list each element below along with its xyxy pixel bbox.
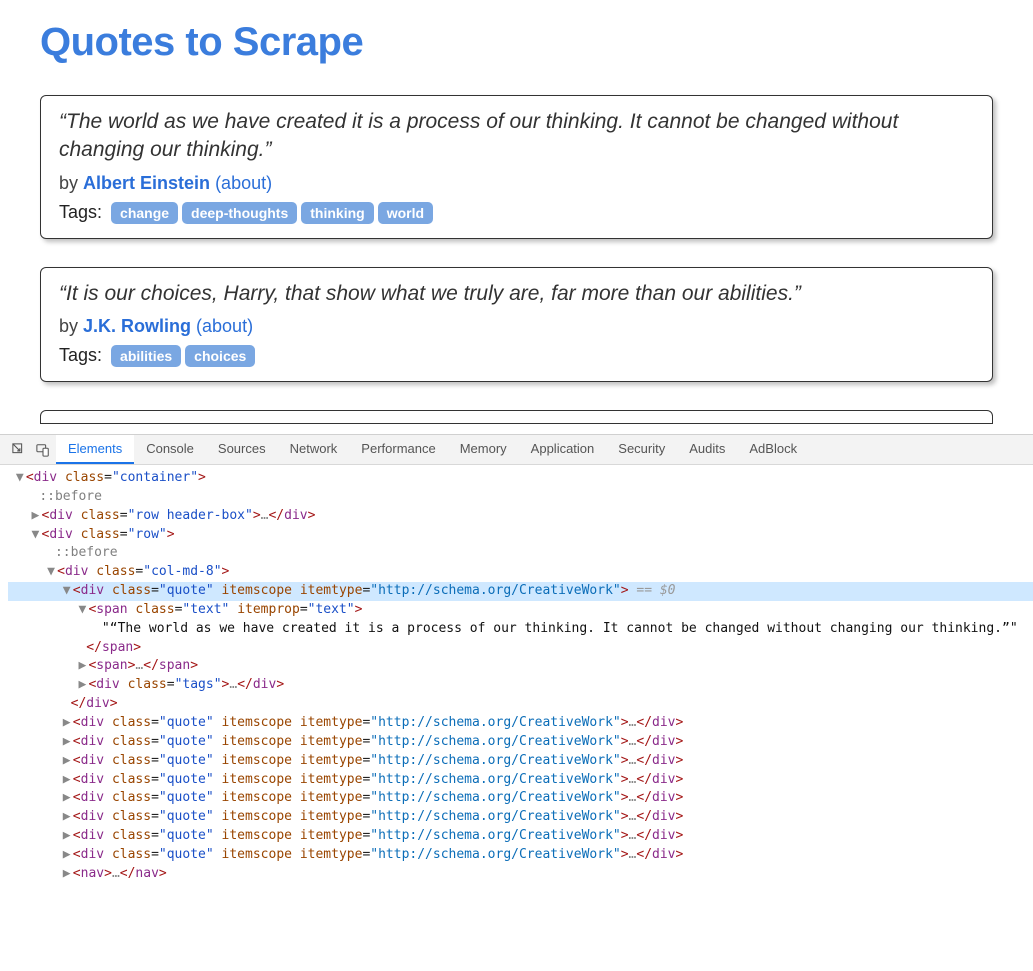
tag-link[interactable]: deep-thoughts [182, 202, 297, 224]
devtools-tab-adblock[interactable]: AdBlock [737, 435, 809, 464]
by-label: by [59, 316, 83, 336]
devtools-tab-console[interactable]: Console [134, 435, 206, 464]
quote-text: “It is our choices, Harry, that show wha… [59, 280, 974, 308]
page-content: Quotes to Scrape “The world as we have c… [0, 0, 1033, 434]
author-link[interactable]: J.K. Rowling [83, 316, 191, 336]
devtools-panel: ElementsConsoleSourcesNetworkPerformance… [0, 434, 1033, 892]
quote-box-partial [40, 410, 993, 424]
tags-label: Tags: [59, 345, 107, 365]
quote-box: “It is our choices, Harry, that show wha… [40, 267, 993, 382]
devtools-elements-tree[interactable]: ▼<div class="container"> ::before ▶<div … [0, 465, 1033, 892]
tag-link[interactable]: thinking [301, 202, 373, 224]
by-label: by [59, 173, 83, 193]
devtools-tab-application[interactable]: Application [519, 435, 607, 464]
about-link[interactable]: (about) [215, 173, 272, 193]
quote-text: “The world as we have created it is a pr… [59, 108, 974, 165]
tag-link[interactable]: abilities [111, 345, 181, 367]
tags-row: Tags: abilitieschoices [59, 345, 974, 367]
tag-link[interactable]: change [111, 202, 178, 224]
tags-label: Tags: [59, 202, 107, 222]
device-toggle-icon[interactable] [32, 439, 54, 461]
quote-box: “The world as we have created it is a pr… [40, 95, 993, 239]
devtools-tab-memory[interactable]: Memory [448, 435, 519, 464]
tag-link[interactable]: world [378, 202, 433, 224]
devtools-tab-elements[interactable]: Elements [56, 435, 134, 464]
devtools-tab-security[interactable]: Security [606, 435, 677, 464]
about-link[interactable]: (about) [196, 316, 253, 336]
devtools-tabs: ElementsConsoleSourcesNetworkPerformance… [0, 435, 1033, 465]
devtools-tab-performance[interactable]: Performance [349, 435, 447, 464]
devtools-tab-network[interactable]: Network [278, 435, 350, 464]
tag-link[interactable]: choices [185, 345, 255, 367]
author-link[interactable]: Albert Einstein [83, 173, 210, 193]
devtools-tab-audits[interactable]: Audits [677, 435, 737, 464]
devtools-tab-sources[interactable]: Sources [206, 435, 278, 464]
quote-byline: by Albert Einstein (about) [59, 173, 974, 194]
page-title[interactable]: Quotes to Scrape [40, 20, 993, 65]
tags-row: Tags: changedeep-thoughtsthinkingworld [59, 202, 974, 224]
quote-byline: by J.K. Rowling (about) [59, 316, 974, 337]
inspect-icon[interactable] [8, 439, 30, 461]
